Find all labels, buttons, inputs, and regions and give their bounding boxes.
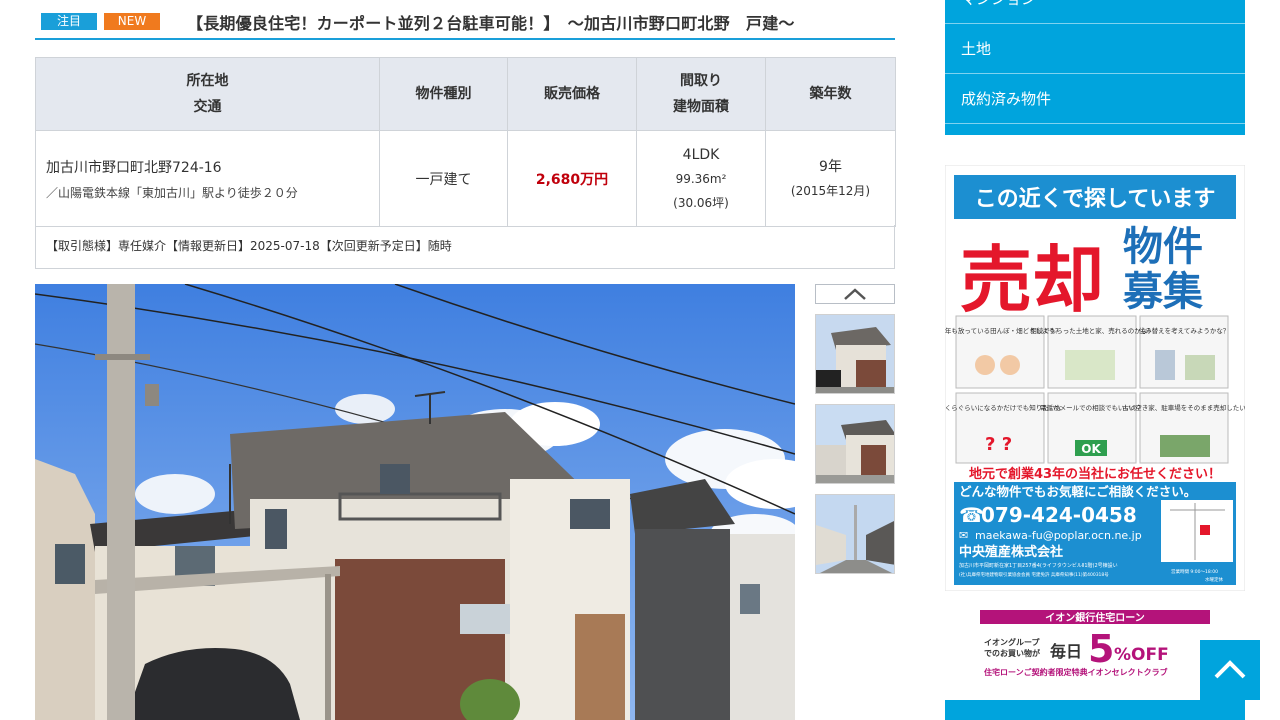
ad-phone: 079-424-0458 [981, 503, 1137, 527]
ad-big-wanted: 募集 [1122, 269, 1203, 315]
svg-text:? ?: ? ? [985, 434, 1012, 455]
ad-slogan-2: どんな物件でもお気軽にご相談ください。 [959, 484, 1196, 499]
aeon-ad-big: 5 [1088, 627, 1114, 671]
sidebar-bottom-section [945, 700, 1245, 720]
thumbnail-street-view [816, 405, 894, 483]
header-location-label: 所在地 [186, 73, 229, 89]
aeon-ad-top: イオン銀行住宅ローン [1045, 611, 1145, 624]
sidebar-item-mansion[interactable]: マンション [945, 0, 1245, 24]
property-wanted-ad-banner[interactable]: この近くで探しています 売却 物件 募集 何年も放っている田んぼ・畑どうしよう？… [938, 164, 1246, 592]
header-layout-label: 間取り [680, 73, 722, 89]
property-title: 【長期優良住宅！カーポート並列２台駐車可能！】 ～加古川市野口町北野 戸建～ [187, 14, 795, 33]
chevron-up-icon [1214, 660, 1246, 679]
aeon-ad-pct: %OFF [1114, 645, 1169, 665]
built-date-text: (2015年12月) [790, 183, 871, 198]
ad-big-property: 物件 [1123, 224, 1203, 270]
header-area-label: 建物面積 [673, 99, 729, 115]
transaction-info: 【取引態様】専任媒介【情報更新日】2025-07-18【次回更新予定日】随時 [35, 225, 895, 269]
cell-age: 9年 (2015年12月) [765, 130, 896, 227]
attention-badge: 注目 [41, 13, 97, 30]
ad-banner-graphic: この近くで探しています 売却 物件 募集 何年も放っている田んぼ・畑どうしよう？… [938, 164, 1246, 592]
ad-company: 中央殖産株式会社 [959, 544, 1063, 560]
ad-address: 加古川市平岡町新在家1丁目257番4(ライフタウンビルⅡ1階)2号棟設い [959, 562, 1118, 569]
aeon-ad-bottom: 住宅ローンご契約者限定特典イオンセレクトクラブ [984, 667, 1168, 677]
back-to-top-button[interactable] [1200, 640, 1260, 700]
ad-card-6: 古い空き家、駐車場をそのまま売却したい [1122, 403, 1245, 412]
house-photo-illustration [35, 284, 795, 720]
thumbnail-scroll-up-button[interactable] [815, 284, 895, 304]
new-badge: NEW [104, 13, 160, 30]
cell-address: 加古川市野口町北野724-16 ／山陽電鉄本線「東加古川」駅より徒歩２０分 [35, 130, 380, 227]
thumbnail-2[interactable] [815, 404, 895, 484]
aeon-ad-left-1: イオングループ [984, 637, 1041, 647]
table-row: 加古川市野口町北野724-16 ／山陽電鉄本線「東加古川」駅より徒歩２０分 一戸… [35, 130, 896, 227]
property-title-bar: 注目 NEW 【長期優良住宅！カーポート並列２台駐車可能！】 ～加古川市野口町北… [35, 6, 895, 40]
cell-price: 2,680万円 [507, 130, 637, 227]
thumbnail-house-front [816, 315, 894, 393]
property-detail-page: 注目 NEW 【長期優良住宅！カーポート並列２台駐車可能！】 ～加古川市野口町北… [0, 0, 1280, 720]
ad-big-sell: 売却 [960, 238, 1104, 322]
property-summary-table: 所在地 交通 物件種別 販売価格 間取り 建物面積 築年数 加古川市野口町北野7… [35, 57, 896, 227]
aeon-ad-mid: 毎日 [1050, 642, 1082, 661]
area-m2-text: 99.36m² [675, 171, 727, 186]
layout-text: 4LDK [682, 146, 720, 163]
ad-email: maekawa-fu@poplar.ocn.ne.jp [975, 529, 1142, 542]
header-layout: 間取り 建物面積 [636, 57, 766, 131]
header-access-label: 交通 [193, 99, 222, 115]
area-tsubo-text: (30.06坪) [673, 195, 729, 210]
thumbnail-1[interactable] [815, 314, 895, 394]
ad-license: (社)兵庫県宅地建物取引業協会会員 宅建免許 兵庫県知事(11)第400318号 [959, 571, 1109, 578]
svg-text:✉: ✉ [959, 529, 968, 542]
chevron-up-icon [844, 288, 866, 300]
ad-headline: この近くで探しています [975, 186, 1216, 212]
cell-type: 一戸建て [379, 130, 508, 227]
header-price: 販売価格 [507, 57, 637, 131]
header-type: 物件種別 [379, 57, 508, 131]
sidebar-menu: マンション 土地 成約済み物件 [945, 0, 1245, 135]
main-property-photo[interactable] [35, 284, 795, 720]
aeon-loan-ad-banner[interactable]: イオン銀行住宅ローン イオングループ でのお買い物が 毎日 5 %OFF 住宅ロ… [980, 610, 1210, 680]
ad-card-3: 住み替えを考えてみようかな？ [1139, 326, 1230, 335]
cell-layout: 4LDK 99.36m² (30.06坪) [636, 130, 766, 227]
age-text: 9年 [819, 158, 842, 175]
aeon-ad-graphic: イオン銀行住宅ローン イオングループ でのお買い物が 毎日 5 %OFF 住宅ロ… [980, 610, 1210, 680]
ad-hours: 営業時間 9:00～18:00 [1171, 568, 1218, 575]
address-text: 加古川市野口町北野724-16 [46, 159, 222, 176]
ad-ok-label: OK [1081, 442, 1101, 456]
table-header-row: 所在地 交通 物件種別 販売価格 間取り 建物面積 築年数 [35, 57, 896, 131]
sidebar-item-sold[interactable]: 成約済み物件 [945, 75, 1245, 124]
header-age: 築年数 [765, 57, 896, 131]
thumbnail-3[interactable] [815, 494, 895, 574]
header-location: 所在地 交通 [35, 57, 380, 131]
ad-card-2: 相続でもらった土地と家、売れるのかな？ [1030, 326, 1154, 335]
sidebar-item-land[interactable]: 土地 [945, 25, 1245, 74]
ad-slogan: 地元で創業43年の当社にお任せください！ [969, 466, 1221, 482]
thumbnail-road-view [816, 495, 894, 573]
aeon-ad-left-2: でのお買い物が [984, 648, 1041, 658]
station-text: ／山陽電鉄本線「東加古川」駅より徒歩２０分 [46, 185, 298, 200]
ad-holiday: 水曜定休 [1205, 576, 1223, 583]
